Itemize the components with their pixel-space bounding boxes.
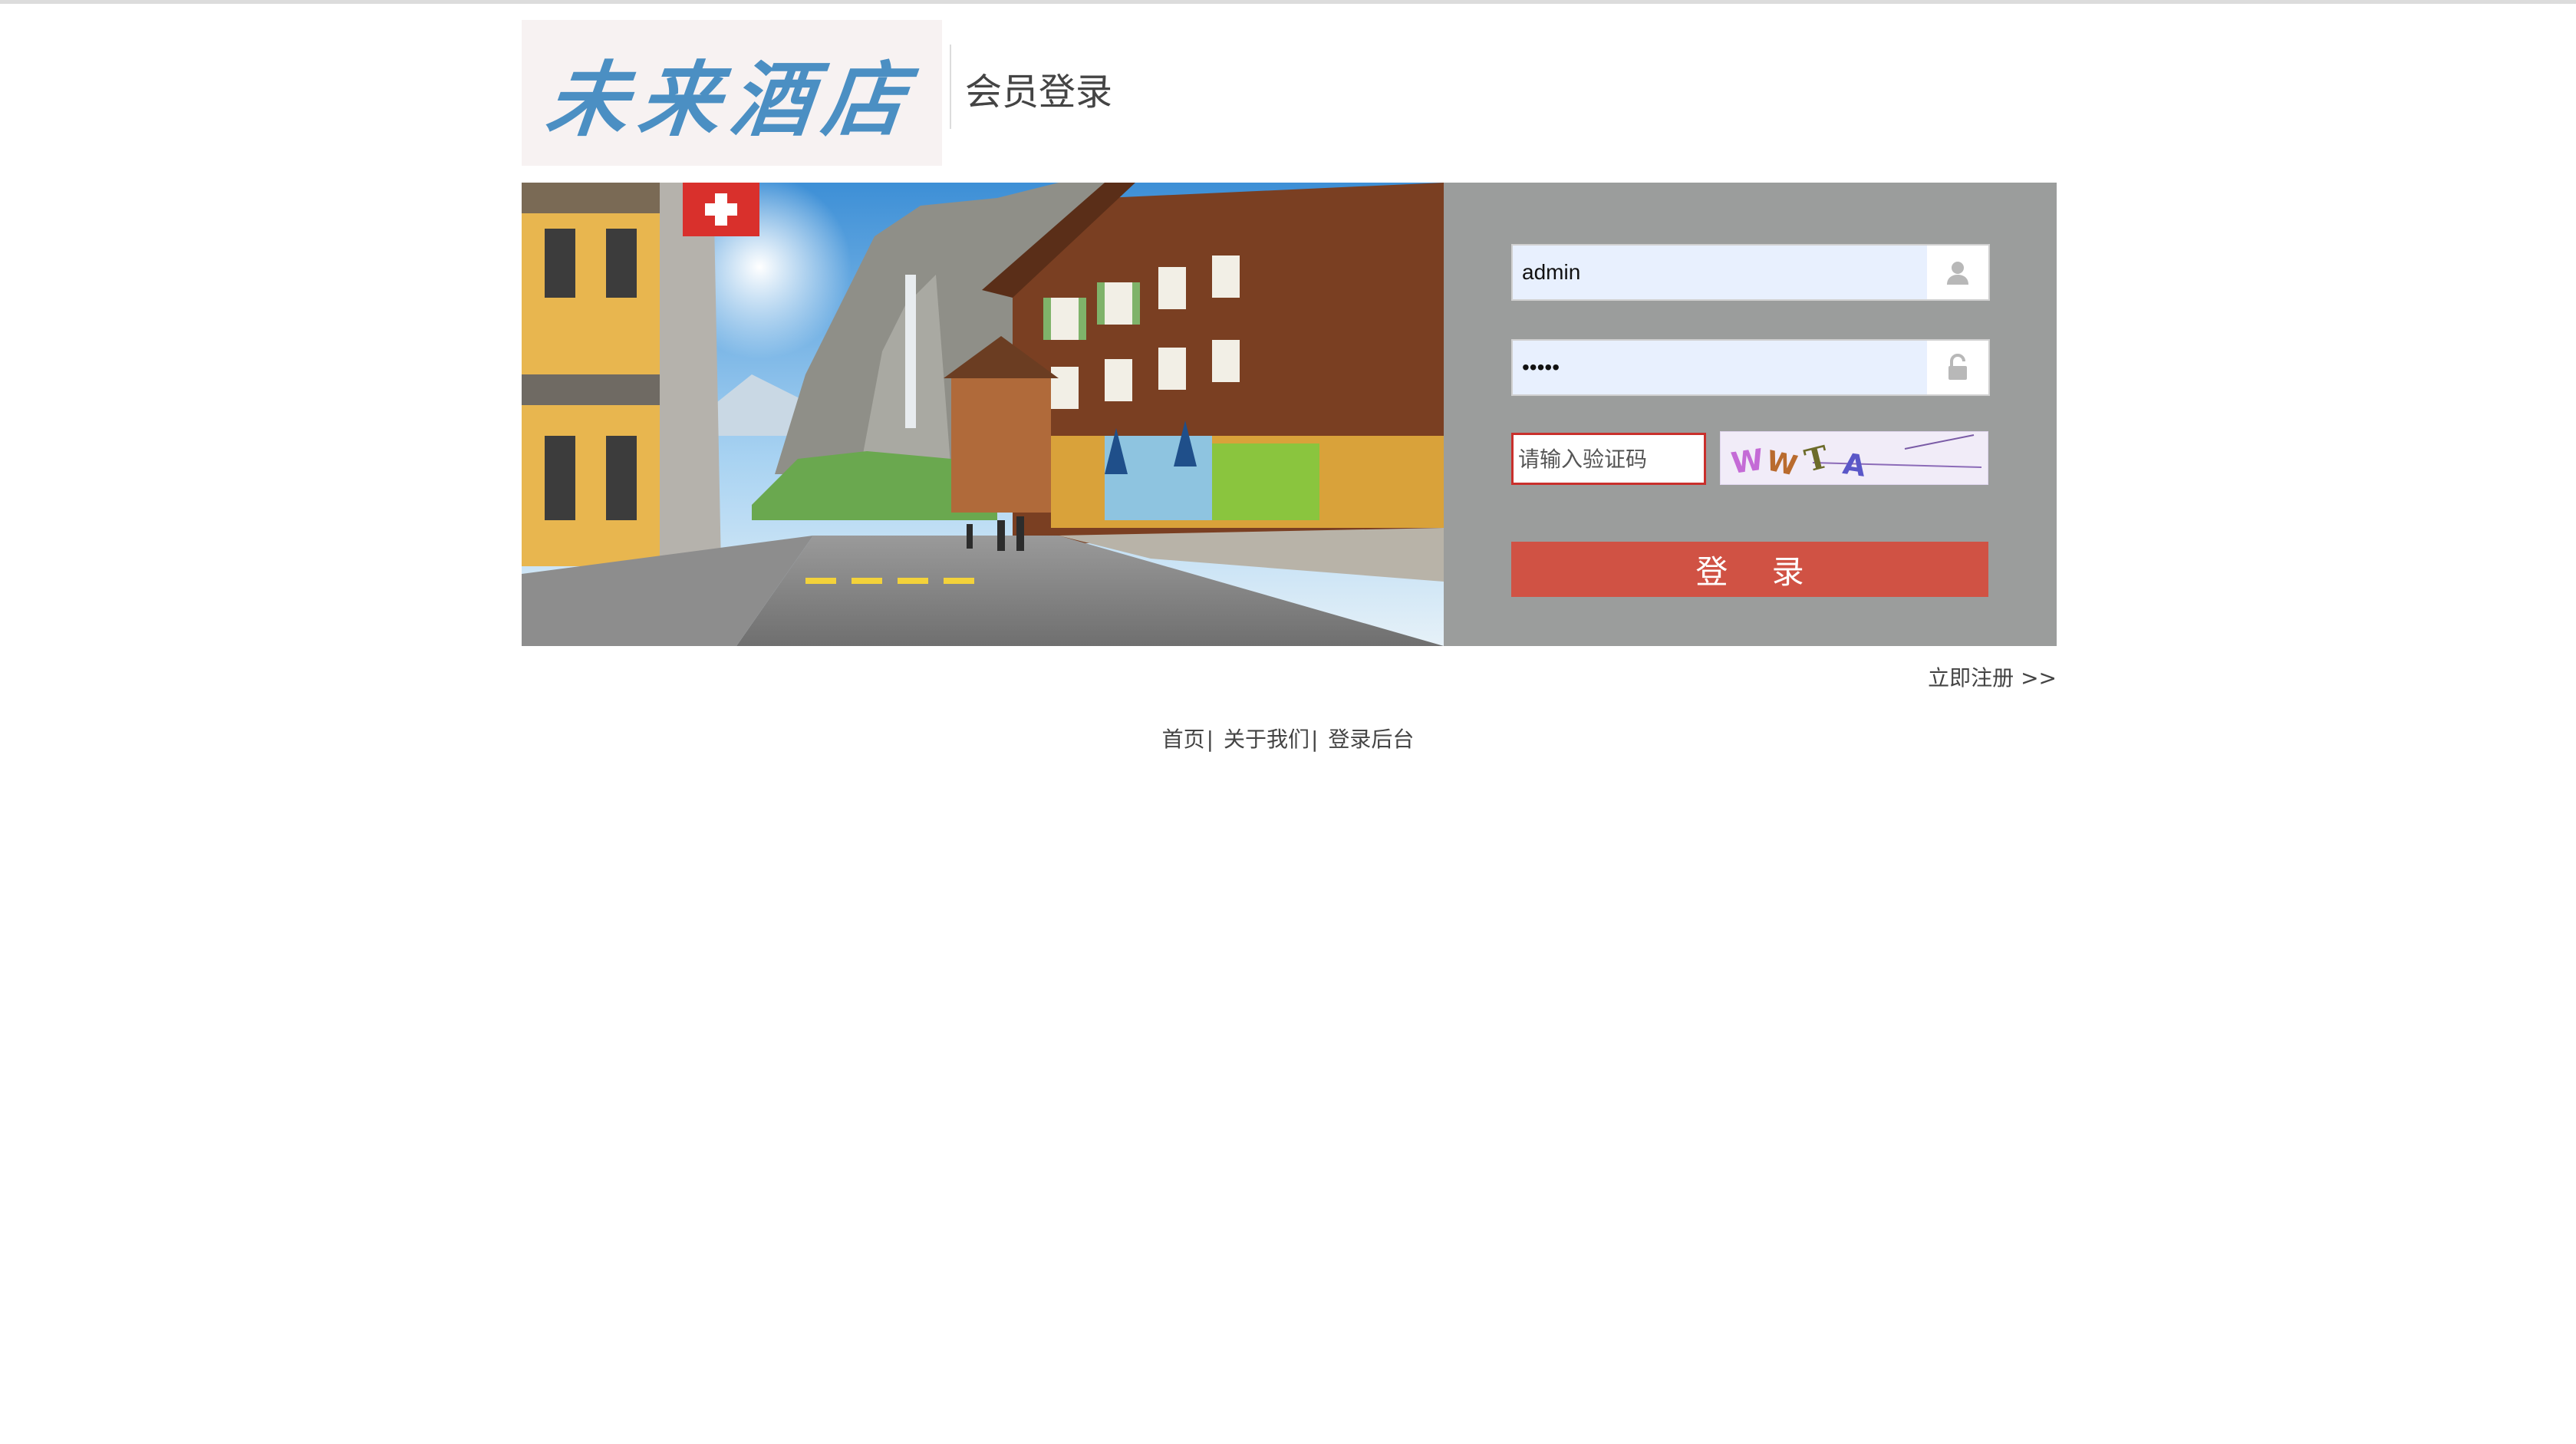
banner-scene bbox=[522, 183, 1444, 646]
captcha-char-4: A bbox=[1841, 447, 1869, 483]
footer-link-about[interactable]: 关于我们 bbox=[1224, 727, 1309, 752]
captcha-char-2: W bbox=[1764, 445, 1800, 482]
password-input[interactable] bbox=[1513, 341, 1927, 394]
login-page: 未来酒店 会员登录 admin ••••• 请输入验证码 W W T A 登 录… bbox=[0, 0, 2576, 1444]
password-field bbox=[1511, 339, 1990, 396]
header-divider bbox=[950, 45, 951, 129]
top-rule bbox=[0, 0, 2576, 4]
logo-text: 未来酒店 bbox=[542, 51, 921, 147]
page-title: 会员登录 bbox=[965, 71, 1113, 114]
hotel-logo: 未来酒店 bbox=[522, 20, 942, 166]
login-panel: W W T A 登 录 bbox=[1444, 183, 2057, 646]
banner-image bbox=[522, 183, 1444, 646]
lock-icon bbox=[1927, 341, 1988, 394]
register-link[interactable]: 立即注册 >> bbox=[1928, 661, 2057, 692]
username-input[interactable] bbox=[1513, 246, 1927, 299]
captcha-input[interactable] bbox=[1511, 433, 1706, 485]
username-field bbox=[1511, 244, 1990, 301]
footer-separator: | bbox=[1206, 727, 1214, 752]
login-button[interactable]: 登 录 bbox=[1511, 542, 1988, 597]
captcha-image[interactable]: W W T A bbox=[1720, 431, 1988, 485]
user-icon bbox=[1927, 246, 1988, 299]
footer-links: 首页| 关于我们| 登录后台 bbox=[0, 723, 2576, 753]
captcha-char-3: T bbox=[1801, 439, 1832, 480]
footer-link-admin[interactable]: 登录后台 bbox=[1328, 727, 1414, 752]
footer-link-home[interactable]: 首页 bbox=[1162, 727, 1205, 752]
footer-separator: | bbox=[1311, 727, 1319, 752]
captcha-char-1: W bbox=[1729, 443, 1766, 480]
